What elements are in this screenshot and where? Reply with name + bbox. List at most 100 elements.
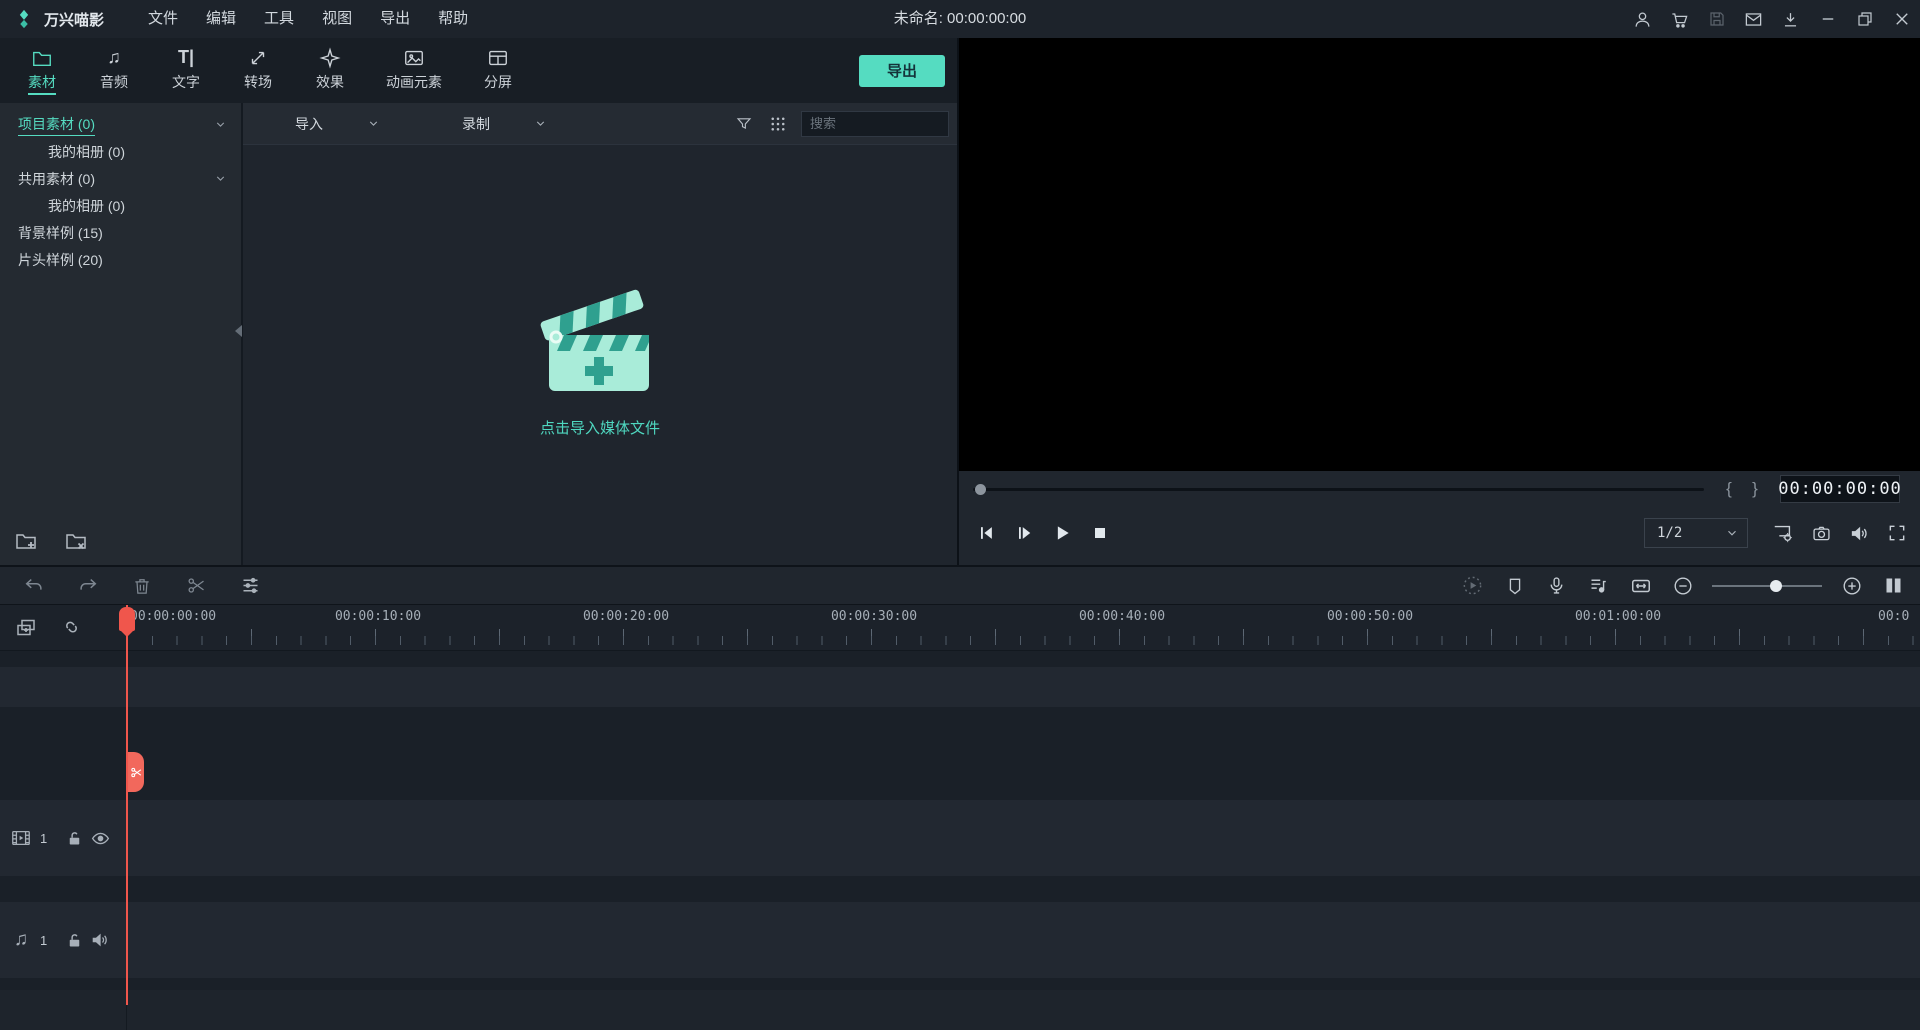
tab-effects[interactable]: 效果 xyxy=(294,38,366,103)
timeline: 00:00:00:00 00:00:10:00 00:00:20:00 00:0… xyxy=(0,605,1920,1030)
sidebar-item-project-media[interactable]: 项目素材 (0) xyxy=(0,111,241,138)
tab-text[interactable]: T| 文字 xyxy=(150,38,222,103)
next-frame-button[interactable] xyxy=(1009,518,1039,548)
timeline-corner-tools xyxy=(0,605,126,651)
menu-export[interactable]: 导出 xyxy=(366,0,424,38)
snap-toggle-button[interactable] xyxy=(60,617,83,640)
sidebar-folder-actions xyxy=(14,529,88,553)
menu-edit[interactable]: 编辑 xyxy=(192,0,250,38)
audio-track-icon: ♫ xyxy=(13,929,29,950)
snapshot-camera-icon[interactable] xyxy=(1804,518,1838,548)
stop-button[interactable] xyxy=(1085,518,1115,548)
display-settings-icon[interactable] xyxy=(1766,518,1800,548)
split-scissors-button[interactable] xyxy=(180,571,212,601)
menu-file[interactable]: 文件 xyxy=(134,0,192,38)
filmora-window: 万兴喵影 文件 编辑 工具 视图 导出 帮助 未命名: 00:00:00:00 xyxy=(0,0,1920,1030)
store-cart-icon[interactable] xyxy=(1661,0,1698,38)
manage-tracks-button[interactable] xyxy=(14,616,38,640)
delete-button[interactable] xyxy=(126,571,158,601)
ruler-minor-ticks xyxy=(127,636,1920,645)
tab-splitscreen[interactable]: 分屏 xyxy=(462,38,534,103)
volume-icon[interactable] xyxy=(1842,518,1876,548)
timeline-ruler[interactable]: 00:00:00:00 00:00:10:00 00:00:20:00 00:0… xyxy=(0,605,1920,651)
media-toolbar-right xyxy=(727,109,1005,139)
scrubber-track[interactable] xyxy=(973,483,1704,495)
account-icon[interactable] xyxy=(1624,0,1661,38)
zoom-in-button[interactable] xyxy=(1835,571,1868,601)
record-dropdown[interactable]: 录制 xyxy=(458,114,547,134)
asset-tabbar: 素材 ♫ 音频 T| 文字 转场 效果 动画元素 分屏 导出 xyxy=(0,38,957,103)
sidebar-item-my-album-shared[interactable]: 我的相册 (0) xyxy=(0,192,241,219)
picture-icon xyxy=(403,47,425,69)
titlebar-actions xyxy=(1624,0,1920,38)
save-icon[interactable] xyxy=(1698,0,1735,38)
sidebar-item-shared-media[interactable]: 共用素材 (0) xyxy=(0,165,241,192)
add-folder-button[interactable] xyxy=(14,529,38,553)
fit-timeline-button[interactable] xyxy=(1624,571,1657,601)
tab-media[interactable]: 素材 xyxy=(6,38,78,103)
minimize-button[interactable] xyxy=(1809,0,1846,38)
fullscreen-icon[interactable] xyxy=(1880,518,1914,548)
download-icon[interactable] xyxy=(1772,0,1809,38)
delete-folder-button[interactable] xyxy=(64,529,88,553)
video-track-lane[interactable] xyxy=(0,800,1920,876)
grid-view-icon[interactable] xyxy=(761,109,795,139)
previous-frame-button[interactable] xyxy=(971,518,1001,548)
timeline-bottom-strip xyxy=(0,990,1920,1030)
redo-button[interactable] xyxy=(72,571,104,601)
menu-view[interactable]: 视图 xyxy=(308,0,366,38)
quick-split-scissors-handle[interactable] xyxy=(128,752,144,792)
toggle-visibility-eye-icon[interactable] xyxy=(87,826,113,850)
menu-help[interactable]: 帮助 xyxy=(424,0,482,38)
chevron-down-icon xyxy=(534,117,547,130)
playhead-handle[interactable] xyxy=(119,607,135,637)
playback-quality-select[interactable]: 1/2 xyxy=(1644,518,1748,548)
zoom-out-button[interactable] xyxy=(1666,571,1699,601)
collapse-left-icon xyxy=(234,325,242,337)
slider-handle[interactable] xyxy=(1770,579,1782,592)
audio-track-header: ♫ 1 xyxy=(0,902,126,978)
menu-tools[interactable]: 工具 xyxy=(250,0,308,38)
timeline-zoom-slider[interactable] xyxy=(1712,571,1822,601)
export-button[interactable]: 导出 xyxy=(859,54,945,87)
timeline-toolbar xyxy=(0,565,1920,605)
lock-track-icon[interactable] xyxy=(61,826,87,850)
sidebar-item-my-album-project[interactable]: 我的相册 (0) xyxy=(0,138,241,165)
audio-mixer-button[interactable] xyxy=(1582,571,1615,601)
play-button[interactable] xyxy=(1047,518,1077,548)
chevron-down-icon[interactable] xyxy=(214,118,227,131)
import-media-dropzone[interactable]: 点击导入媒体文件 xyxy=(243,145,957,565)
sidebar-item-intro-samples[interactable]: 片头样例 (20) xyxy=(0,246,241,273)
restore-button[interactable] xyxy=(1846,0,1883,38)
feedback-mail-icon[interactable] xyxy=(1735,0,1772,38)
filter-icon[interactable] xyxy=(727,109,761,139)
scrubber-row: { } 00:00:00:00 xyxy=(959,471,1920,507)
mark-out-icon[interactable]: } xyxy=(1742,479,1768,499)
playhead-line[interactable] xyxy=(126,605,128,1005)
chevron-down-icon[interactable] xyxy=(214,172,227,185)
folder-icon xyxy=(31,47,53,69)
import-dropdown[interactable]: 导入 xyxy=(291,114,380,134)
lock-track-icon[interactable] xyxy=(61,928,87,952)
split-screen-icon xyxy=(487,47,509,69)
undo-button[interactable] xyxy=(18,571,50,601)
workspace: 素材 ♫ 音频 T| 文字 转场 效果 动画元素 分屏 导出 项目素材 (0) … xyxy=(0,38,1920,565)
tab-transition[interactable]: 转场 xyxy=(222,38,294,103)
voiceover-mic-button[interactable] xyxy=(1540,571,1573,601)
transport-buttons xyxy=(971,518,1115,548)
mark-in-icon[interactable]: { xyxy=(1716,479,1742,499)
mute-speaker-icon[interactable] xyxy=(87,928,113,952)
adjust-sliders-button[interactable] xyxy=(234,571,266,601)
collapse-sidebar-handle[interactable] xyxy=(233,318,243,344)
video-viewport[interactable] xyxy=(959,38,1920,471)
tab-audio[interactable]: ♫ 音频 xyxy=(78,38,150,103)
audio-track-lane[interactable] xyxy=(0,902,1920,978)
render-preview-button[interactable] xyxy=(1456,571,1489,601)
tab-elements[interactable]: 动画元素 xyxy=(366,38,462,103)
sidebar-item-background-samples[interactable]: 背景样例 (15) xyxy=(0,219,241,246)
media-library-panel: 导入 录制 搜索 点击导入媒体文件 xyxy=(243,103,1005,565)
scrubber-handle[interactable] xyxy=(975,483,986,495)
close-button[interactable] xyxy=(1883,0,1920,38)
marker-button[interactable] xyxy=(1498,571,1531,601)
panel-layout-button[interactable] xyxy=(1877,571,1910,601)
